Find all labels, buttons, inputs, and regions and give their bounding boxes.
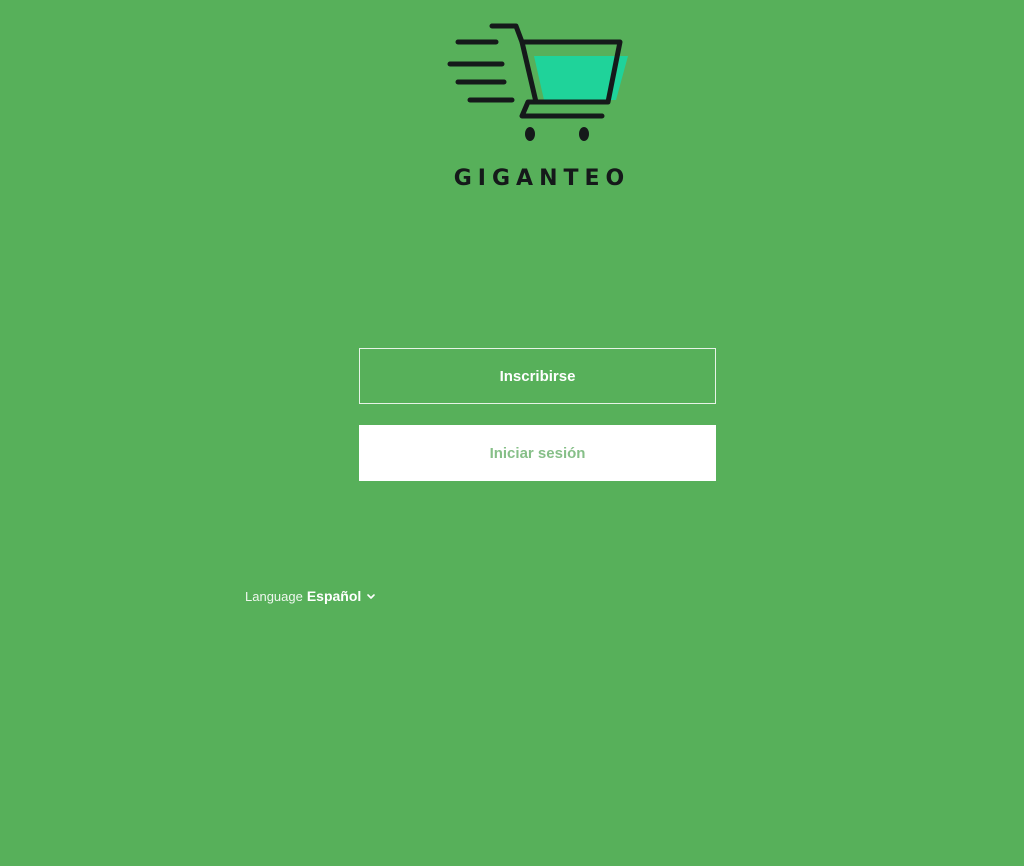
signup-button[interactable]: Inscribirse — [359, 348, 716, 404]
language-value[interactable]: Español — [307, 588, 361, 604]
login-button[interactable]: Iniciar sesión — [359, 425, 716, 481]
language-label: Language — [245, 588, 303, 604]
shopping-cart-icon — [447, 23, 628, 141]
brand-name: GIGANTEO — [453, 166, 631, 191]
language-selector[interactable]: Language Español — [245, 588, 377, 604]
brand-logo: GIGANTEO — [444, 20, 634, 200]
chevron-down-icon[interactable] — [365, 590, 377, 602]
